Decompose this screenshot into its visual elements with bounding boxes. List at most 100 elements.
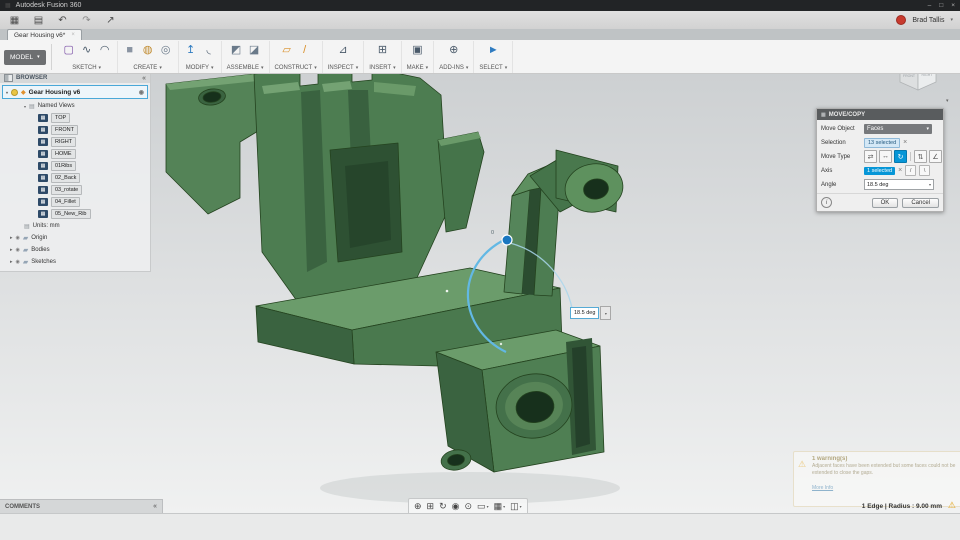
box-button[interactable]: ■ xyxy=(123,43,137,57)
collapse-browser-icon[interactable]: « xyxy=(142,75,146,82)
document-tab[interactable]: Gear Housing v6* × xyxy=(7,29,82,40)
user-menu-caret-icon[interactable]: ▾ xyxy=(950,17,953,23)
rotate-handle[interactable] xyxy=(501,234,513,246)
redo-button[interactable]: ↷ xyxy=(79,13,94,27)
toolbar-group-label[interactable]: SELECT ▾ xyxy=(479,65,507,71)
measure-button[interactable]: ⊿ xyxy=(336,43,350,57)
toolbar-group-label[interactable]: INSERT ▾ xyxy=(369,65,395,71)
flip-axis-button[interactable]: / xyxy=(905,165,917,176)
coil-button[interactable]: ◎ xyxy=(159,43,173,57)
named-view-item[interactable]: ▦ 01Ribs xyxy=(0,160,150,172)
fillet-button[interactable]: ◟ xyxy=(202,43,216,57)
named-view-item[interactable]: ▦ 05_New_Rib xyxy=(0,208,150,220)
browser-folder-bodies[interactable]: ▸ ◉ ▰ Bodies xyxy=(0,244,150,256)
cancel-button[interactable]: Cancel xyxy=(902,197,939,208)
browser-folder-sketches[interactable]: ▸ ◉ ▰ Sketches xyxy=(0,256,150,268)
viewcube-front-label[interactable]: FRONT xyxy=(903,74,916,78)
user-name[interactable]: Brad Tallis xyxy=(912,17,944,24)
free-move-button[interactable]: ⇄ xyxy=(864,150,877,163)
toolbar-group-label[interactable]: CREATE ▾ xyxy=(133,65,161,71)
look-at-button[interactable]: ◉ xyxy=(450,501,462,512)
fit-button[interactable]: ⊕ xyxy=(412,501,424,512)
minimize-button[interactable]: – xyxy=(928,2,932,9)
expand-caret-icon[interactable]: ▾ xyxy=(6,90,8,95)
rotate-button[interactable]: ↻ xyxy=(894,150,907,163)
angle-stepper[interactable]: ▾ xyxy=(600,306,612,320)
warning-more-info-link[interactable]: More Info xyxy=(812,485,833,491)
named-view-item[interactable]: ▦ 03_rotate xyxy=(0,184,150,196)
selection-chip[interactable]: 13 selected xyxy=(864,137,901,148)
apps-button[interactable]: ▦ xyxy=(7,13,22,27)
maximize-button[interactable]: □ xyxy=(939,2,943,9)
toolbar-group-label[interactable]: MODIFY ▾ xyxy=(186,65,214,71)
named-view-item[interactable]: ▦ 02_Back xyxy=(0,172,150,184)
named-view-item[interactable]: ▦ FRONT xyxy=(0,124,150,136)
browser-header[interactable]: BROWSER « xyxy=(0,73,150,83)
translate-button[interactable]: ↔ xyxy=(879,150,892,163)
spline-button[interactable]: ∿ xyxy=(80,43,94,57)
units-item[interactable]: ▤ Units: mm xyxy=(0,220,150,232)
joint-button[interactable]: ◩ xyxy=(229,43,243,57)
browser-root-item[interactable]: ▾ ◆ Gear Housing v6 ◉ xyxy=(2,85,148,99)
point-to-point-button[interactable]: ⇅ xyxy=(914,150,927,163)
press-pull-button[interactable]: ↥ xyxy=(184,43,198,57)
visibility-bulb-icon[interactable] xyxy=(11,88,19,96)
display-settings-button[interactable]: ▭ ▾ xyxy=(475,501,491,512)
expand-caret-icon[interactable]: ▾ xyxy=(24,104,26,109)
make-button[interactable]: ▣ xyxy=(410,43,424,57)
viewcube-menu-caret-icon[interactable]: ▾ xyxy=(946,98,949,104)
canvas-angle-input[interactable]: 18.5 deg xyxy=(570,307,600,319)
angle-input[interactable]: 18.5 deg ▾ xyxy=(864,179,934,190)
expand-comments-icon[interactable]: « xyxy=(153,503,157,510)
close-window-button[interactable]: × xyxy=(951,2,955,9)
cylinder-button[interactable]: ◍ xyxy=(141,43,155,57)
workspace-switcher[interactable]: MODEL ▾ xyxy=(4,49,46,65)
gear-housing-model[interactable] xyxy=(165,64,627,473)
info-button[interactable]: i xyxy=(821,197,832,208)
named-view-item[interactable]: ▦ TOP xyxy=(0,112,150,124)
grid-settings-button[interactable]: ▦ ▾ xyxy=(492,501,508,512)
select-button[interactable]: ► xyxy=(486,43,500,57)
toolbar-group-label[interactable]: ADD-INS ▾ xyxy=(439,65,468,71)
share-button[interactable]: ↗ xyxy=(103,13,118,27)
toolbar-group-label[interactable]: MAKE ▾ xyxy=(407,65,429,71)
clear-axis-icon[interactable]: × xyxy=(898,167,902,174)
angle-spinner-icon[interactable]: ▾ xyxy=(929,182,931,187)
named-views-item[interactable]: ▾ ▤ Named Views xyxy=(0,100,150,112)
named-view-item[interactable]: ▦ 04_Fillet xyxy=(0,196,150,208)
comments-panel[interactable]: COMMENTS « xyxy=(0,499,163,513)
toolbar-group-label[interactable]: ASSEMBLE ▾ xyxy=(227,65,264,71)
job-status-icon[interactable] xyxy=(896,15,907,25)
close-tab-icon[interactable]: × xyxy=(71,32,75,38)
zoom-button[interactable]: ⊙ xyxy=(463,501,475,512)
redefine-axis-button[interactable]: \ xyxy=(919,165,931,176)
axis-button[interactable]: / xyxy=(298,43,312,57)
named-view-item[interactable]: ▦ RIGHT xyxy=(0,136,150,148)
new-component-button[interactable]: ◪ xyxy=(247,43,261,57)
addins-button[interactable]: ⊕ xyxy=(447,43,461,57)
ok-button[interactable]: OK xyxy=(871,197,899,208)
insert-button[interactable]: ⊞ xyxy=(375,43,389,57)
slot-button[interactable]: ◠ xyxy=(98,43,112,57)
clear-selection-icon[interactable]: × xyxy=(903,139,907,146)
status-warning-icon[interactable]: ⚠ xyxy=(948,500,956,511)
visibility-eye-icon[interactable]: ◉ xyxy=(139,89,144,96)
save-button[interactable]: ▤ xyxy=(31,13,46,27)
toolbar-group-label[interactable]: SKETCH ▾ xyxy=(72,65,101,71)
toolbar-group-label[interactable]: CONSTRUCT ▾ xyxy=(275,65,317,71)
undo-button[interactable]: ↶ xyxy=(55,13,70,27)
axis-selection-chip[interactable]: 1 selected xyxy=(864,166,896,175)
warning-toast[interactable]: ⚠ 1 warning(s) Adjacent faces have been … xyxy=(793,451,960,507)
orbit-button[interactable]: ↻ xyxy=(437,501,449,512)
plane-button[interactable]: ▱ xyxy=(280,43,294,57)
move-object-dropdown[interactable]: Faces ▾ xyxy=(864,123,932,134)
pan-button[interactable]: ⊞ xyxy=(425,501,437,512)
sketch-button[interactable]: ▢ xyxy=(62,43,76,57)
dialog-title-bar[interactable]: ▦ MOVE/COPY xyxy=(817,109,943,120)
viewports-button[interactable]: ◫ ▾ xyxy=(508,501,524,512)
app-grid-icon[interactable]: ▦ xyxy=(5,2,11,9)
browser-folder-origin[interactable]: ▸ ◉ ▰ Origin xyxy=(0,232,150,244)
toolbar-group-label[interactable]: INSPECT ▾ xyxy=(328,65,359,71)
named-view-item[interactable]: ▦ HOME xyxy=(0,148,150,160)
point-to-position-button[interactable]: ∠ xyxy=(929,150,942,163)
